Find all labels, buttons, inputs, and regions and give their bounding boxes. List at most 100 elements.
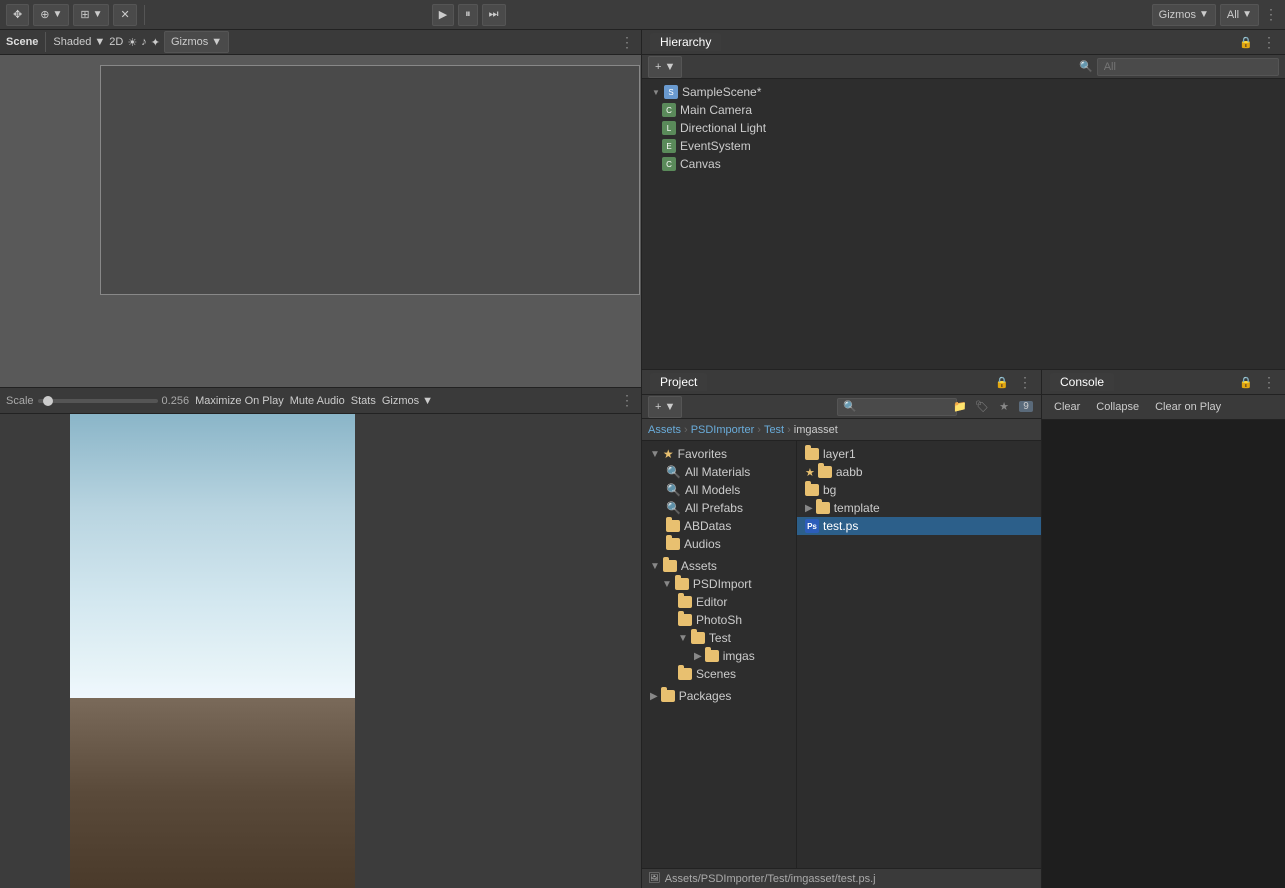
play-btn[interactable]: ▶ bbox=[432, 4, 454, 26]
psdimport-item[interactable]: ▼ PSDImport bbox=[642, 575, 796, 593]
scene-light-btn[interactable]: ☀ bbox=[127, 36, 137, 49]
project-tab[interactable]: Project bbox=[650, 373, 707, 391]
project-star-btn[interactable]: ★ bbox=[995, 398, 1013, 416]
move-icon: ✥ bbox=[13, 8, 22, 21]
abdatas-label: ABDatas bbox=[684, 519, 731, 533]
all-materials-label: All Materials bbox=[685, 465, 750, 479]
file-template[interactable]: ▶ template bbox=[797, 499, 1041, 517]
console-collapse-btn[interactable]: Collapse bbox=[1092, 399, 1143, 415]
breadcrumb-assets[interactable]: Assets bbox=[648, 424, 681, 436]
project-add-btn[interactable]: + ▼ bbox=[648, 396, 682, 418]
breadcrumb-psdimporter[interactable]: PSDImporter bbox=[691, 424, 755, 436]
scene-expand-arrow: ▼ bbox=[650, 86, 662, 98]
scene-2d-btn[interactable]: 2D bbox=[109, 36, 123, 48]
step-btn[interactable]: ⏭ bbox=[482, 4, 506, 26]
file-aabb[interactable]: ★ aabb bbox=[797, 463, 1041, 481]
console-tab[interactable]: Console bbox=[1050, 373, 1114, 391]
project-search-input[interactable] bbox=[837, 398, 957, 416]
packages-item[interactable]: ▶ Packages bbox=[642, 687, 796, 705]
scenes-item[interactable]: Scenes bbox=[642, 665, 796, 683]
abdatas-item[interactable]: ABDatas bbox=[642, 517, 796, 535]
gizmos-dropdown[interactable]: Gizmos ▼ bbox=[1152, 4, 1216, 26]
scene-more-btn[interactable]: ⋮ bbox=[619, 34, 635, 50]
hierarchy-tabs: Hierarchy bbox=[650, 33, 1231, 51]
hierarchy-tab[interactable]: Hierarchy bbox=[650, 33, 721, 51]
transform-btn-label: ▼ bbox=[52, 9, 62, 20]
hierarchy-more-btn[interactable]: ⋮ bbox=[1261, 34, 1277, 50]
breadcrumb-test[interactable]: Test bbox=[764, 424, 784, 436]
gizmos-label: Gizmos bbox=[1159, 9, 1196, 21]
test-item[interactable]: ▼ Test bbox=[642, 629, 796, 647]
layer1-folder-icon bbox=[805, 448, 819, 460]
top-toolbar-more-button[interactable]: ⋮ bbox=[1263, 7, 1279, 23]
search-icon: 🔍 bbox=[1079, 60, 1093, 73]
maximize-on-play-btn[interactable]: Maximize On Play bbox=[195, 395, 284, 407]
file-layer1[interactable]: layer1 bbox=[797, 445, 1041, 463]
directional-light-label: Directional Light bbox=[680, 121, 766, 135]
console-more-btn[interactable]: ⋮ bbox=[1261, 374, 1277, 390]
project-more-btn[interactable]: ⋮ bbox=[1017, 374, 1033, 390]
file-icon-small: 🖼 bbox=[648, 873, 661, 884]
scale-slider-track[interactable] bbox=[38, 399, 158, 403]
project-header: Project 🔒 ⋮ bbox=[642, 370, 1041, 395]
assets-label: Assets bbox=[681, 559, 717, 573]
file-testps[interactable]: Ps test.ps bbox=[797, 517, 1041, 535]
grid-tool-button[interactable]: ⊞ ▼ bbox=[73, 4, 109, 26]
photoshop-item[interactable]: PhotoSh bbox=[642, 611, 796, 629]
all-prefabs-item[interactable]: 🔍 All Prefabs bbox=[642, 499, 796, 517]
assets-section[interactable]: ▼ Assets bbox=[642, 557, 796, 575]
scale-slider-thumb[interactable] bbox=[43, 396, 53, 406]
favorites-section[interactable]: ▼ ★ Favorites bbox=[642, 445, 796, 463]
scene-audio-btn[interactable]: ♪ bbox=[141, 36, 147, 48]
scene-sep bbox=[45, 32, 46, 52]
audios-item[interactable]: Audios bbox=[642, 535, 796, 553]
ground-area bbox=[70, 698, 355, 888]
main-camera-label: Main Camera bbox=[680, 103, 752, 117]
hierarchy-scene-item[interactable]: ▼ S SampleScene* bbox=[642, 83, 1285, 101]
console-clear-btn[interactable]: Clear bbox=[1050, 399, 1084, 415]
hierarchy-main-camera[interactable]: C Main Camera bbox=[642, 101, 1285, 119]
file-content-panel: layer1 ★ aabb bg ▶ bbox=[797, 441, 1041, 868]
project-tag-btn[interactable]: 🏷 bbox=[973, 398, 991, 416]
scene-view: Scene Shaded ▼ 2D ☀ ♪ ✦ Gizmos ▼ ⋮ bbox=[0, 30, 641, 388]
hierarchy-event-system[interactable]: E EventSystem bbox=[642, 137, 1285, 155]
aabb-star-icon: ★ bbox=[805, 466, 815, 479]
transform-tool-button[interactable]: ⊕ ▼ bbox=[33, 4, 69, 26]
scenes-folder-icon bbox=[678, 668, 692, 680]
editor-item[interactable]: Editor bbox=[642, 593, 796, 611]
audios-folder-icon bbox=[666, 538, 680, 550]
all-dropdown[interactable]: All ▼ bbox=[1220, 4, 1259, 26]
console-lock-btn[interactable]: 🔒 bbox=[1237, 373, 1255, 391]
stats-btn[interactable]: Stats bbox=[351, 395, 376, 407]
console-toolbar: Clear Collapse Clear on Play bbox=[1042, 395, 1285, 420]
hierarchy-add-btn[interactable]: + ▼ bbox=[648, 56, 682, 78]
all-models-item[interactable]: 🔍 All Models bbox=[642, 481, 796, 499]
imgas-item[interactable]: ▶ imgas bbox=[642, 647, 796, 665]
hierarchy-directional-light[interactable]: L Directional Light bbox=[642, 119, 1285, 137]
game-toolbar: Scale 0.256 Maximize On Play Mute Audio … bbox=[0, 388, 641, 414]
template-folder-icon bbox=[816, 502, 830, 514]
pause-btn[interactable]: ⏸ bbox=[458, 4, 478, 26]
file-bg[interactable]: bg bbox=[797, 481, 1041, 499]
project-lock-btn[interactable]: 🔒 bbox=[993, 373, 1011, 391]
console-clear-on-play-btn[interactable]: Clear on Play bbox=[1151, 399, 1225, 415]
assets-folder-icon bbox=[663, 560, 677, 572]
project-folder-btn[interactable]: 📁 bbox=[951, 398, 969, 416]
hierarchy-canvas[interactable]: C Canvas bbox=[642, 155, 1285, 173]
game-gizmos-btn[interactable]: Gizmos ▼ bbox=[382, 395, 433, 407]
packages-label: Packages bbox=[679, 689, 732, 703]
snap-tool-button[interactable]: ✕ bbox=[113, 4, 136, 26]
move-tool-button[interactable]: ✥ bbox=[6, 4, 29, 26]
scene-gizmos-btn[interactable]: Gizmos ▼ bbox=[164, 31, 229, 53]
mute-audio-btn[interactable]: Mute Audio bbox=[290, 395, 345, 407]
grid-icon: ⊞ bbox=[80, 8, 89, 21]
scale-control: Scale 0.256 bbox=[6, 395, 189, 407]
scene-shading-btn[interactable]: Shaded ▼ bbox=[53, 36, 105, 48]
packages-folder-icon bbox=[661, 690, 675, 702]
hierarchy-lock-btn[interactable]: 🔒 bbox=[1237, 33, 1255, 51]
game-more-btn[interactable]: ⋮ bbox=[619, 393, 635, 409]
scene-fx-btn[interactable]: ✦ bbox=[151, 36, 160, 49]
favorites-star-icon: ★ bbox=[663, 447, 674, 461]
all-materials-item[interactable]: 🔍 All Materials bbox=[642, 463, 796, 481]
hierarchy-search-input[interactable] bbox=[1097, 58, 1279, 76]
